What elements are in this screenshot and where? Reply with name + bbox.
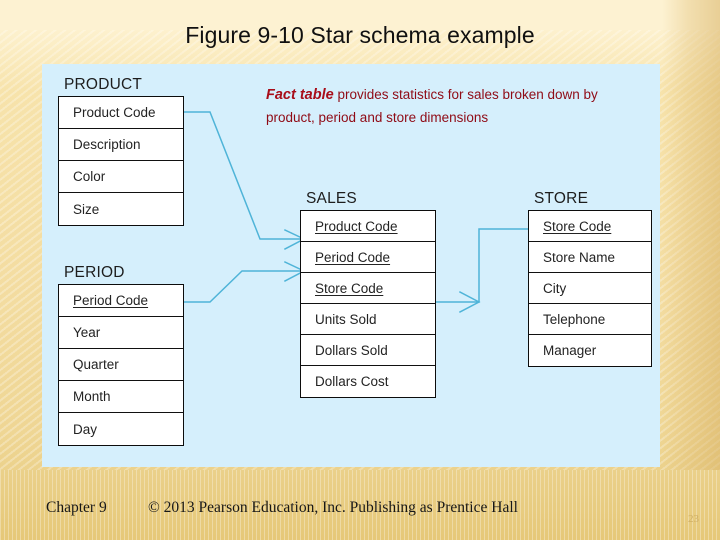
background-right-band (662, 0, 720, 540)
entity-sales-row: Units Sold (301, 304, 435, 335)
entity-sales-box: Product Code Period Code Store Code Unit… (300, 210, 436, 398)
fact-table-callout: Fact table provides statistics for sales… (266, 84, 602, 128)
entity-product-row: Product Code (59, 97, 183, 129)
entity-period-box: Period Code Year Quarter Month Day (58, 284, 184, 446)
field-label: Month (73, 389, 111, 404)
field-label: Store Name (543, 249, 616, 265)
entity-period-row: Year (59, 317, 183, 349)
entity-store-row: Store Code (529, 211, 651, 242)
entity-period-row: Month (59, 381, 183, 413)
callout-lead: Fact table (266, 87, 334, 103)
field-label: Quarter (73, 357, 119, 372)
entity-period-title: PERIOD (64, 264, 125, 281)
entity-period-row: Day (59, 413, 183, 445)
field-label-pk: Product Code (315, 218, 398, 234)
entity-product-row: Size (59, 193, 183, 225)
slide-footer: Chapter 9 © 2013 Pearson Education, Inc.… (0, 499, 720, 523)
slide: Figure 9-10 Star schema example PRODUCT (0, 0, 720, 540)
entity-store-title: STORE (534, 190, 589, 207)
entity-store-row: Manager (529, 335, 651, 366)
entity-sales-row: Dollars Cost (301, 366, 435, 397)
field-label: Dollars Cost (315, 374, 389, 389)
field-label: City (543, 280, 567, 296)
entity-store-row: Store Name (529, 242, 651, 273)
entity-period-row: Quarter (59, 349, 183, 381)
entity-sales-row: Store Code (301, 273, 435, 304)
field-label: Telephone (543, 311, 606, 327)
field-label: Day (73, 421, 98, 437)
field-label: Units Sold (315, 311, 377, 327)
field-label-pk: Store Code (315, 280, 384, 296)
field-label: Dollars Sold (315, 342, 388, 358)
entity-product-row: Color (59, 161, 183, 193)
field-label-pk: Store Code (543, 218, 612, 234)
entity-sales: SALES Product Code Period Code Store Cod… (300, 190, 436, 398)
field-label-pk: Period Code (73, 293, 149, 308)
entity-product-box: Product Code Description Color Size (58, 96, 184, 226)
entity-store-row: Telephone (529, 304, 651, 335)
field-label: Description (73, 137, 141, 152)
entity-product: PRODUCT Product Code Description Color S… (58, 76, 184, 226)
entity-product-row: Description (59, 129, 183, 161)
entity-sales-row: Product Code (301, 211, 435, 242)
entity-store: STORE Store Code Store Name City Telepho… (528, 190, 652, 367)
entity-sales-row: Period Code (301, 242, 435, 273)
footer-chapter: Chapter 9 (46, 499, 107, 516)
field-label: Manager (543, 343, 597, 358)
entity-period-row: Period Code (59, 285, 183, 317)
field-label: Year (73, 325, 101, 340)
slide-title: Figure 9-10 Star schema example (185, 22, 535, 48)
entity-store-box: Store Code Store Name City Telephone Man… (528, 210, 652, 367)
field-label-pk: Period Code (315, 249, 391, 265)
field-label: Product Code (73, 105, 156, 120)
footer-copyright: © 2013 Pearson Education, Inc. Publishin… (148, 499, 518, 516)
entity-sales-title: SALES (306, 190, 357, 207)
field-label: Size (73, 201, 100, 217)
entity-store-row: City (529, 273, 651, 304)
entity-sales-row: Dollars Sold (301, 335, 435, 366)
entity-period: PERIOD Period Code Year Quarter Month Da… (58, 264, 184, 446)
field-label: Color (73, 169, 106, 184)
entity-product-title: PRODUCT (64, 76, 143, 93)
page-number: 23 (688, 513, 699, 525)
